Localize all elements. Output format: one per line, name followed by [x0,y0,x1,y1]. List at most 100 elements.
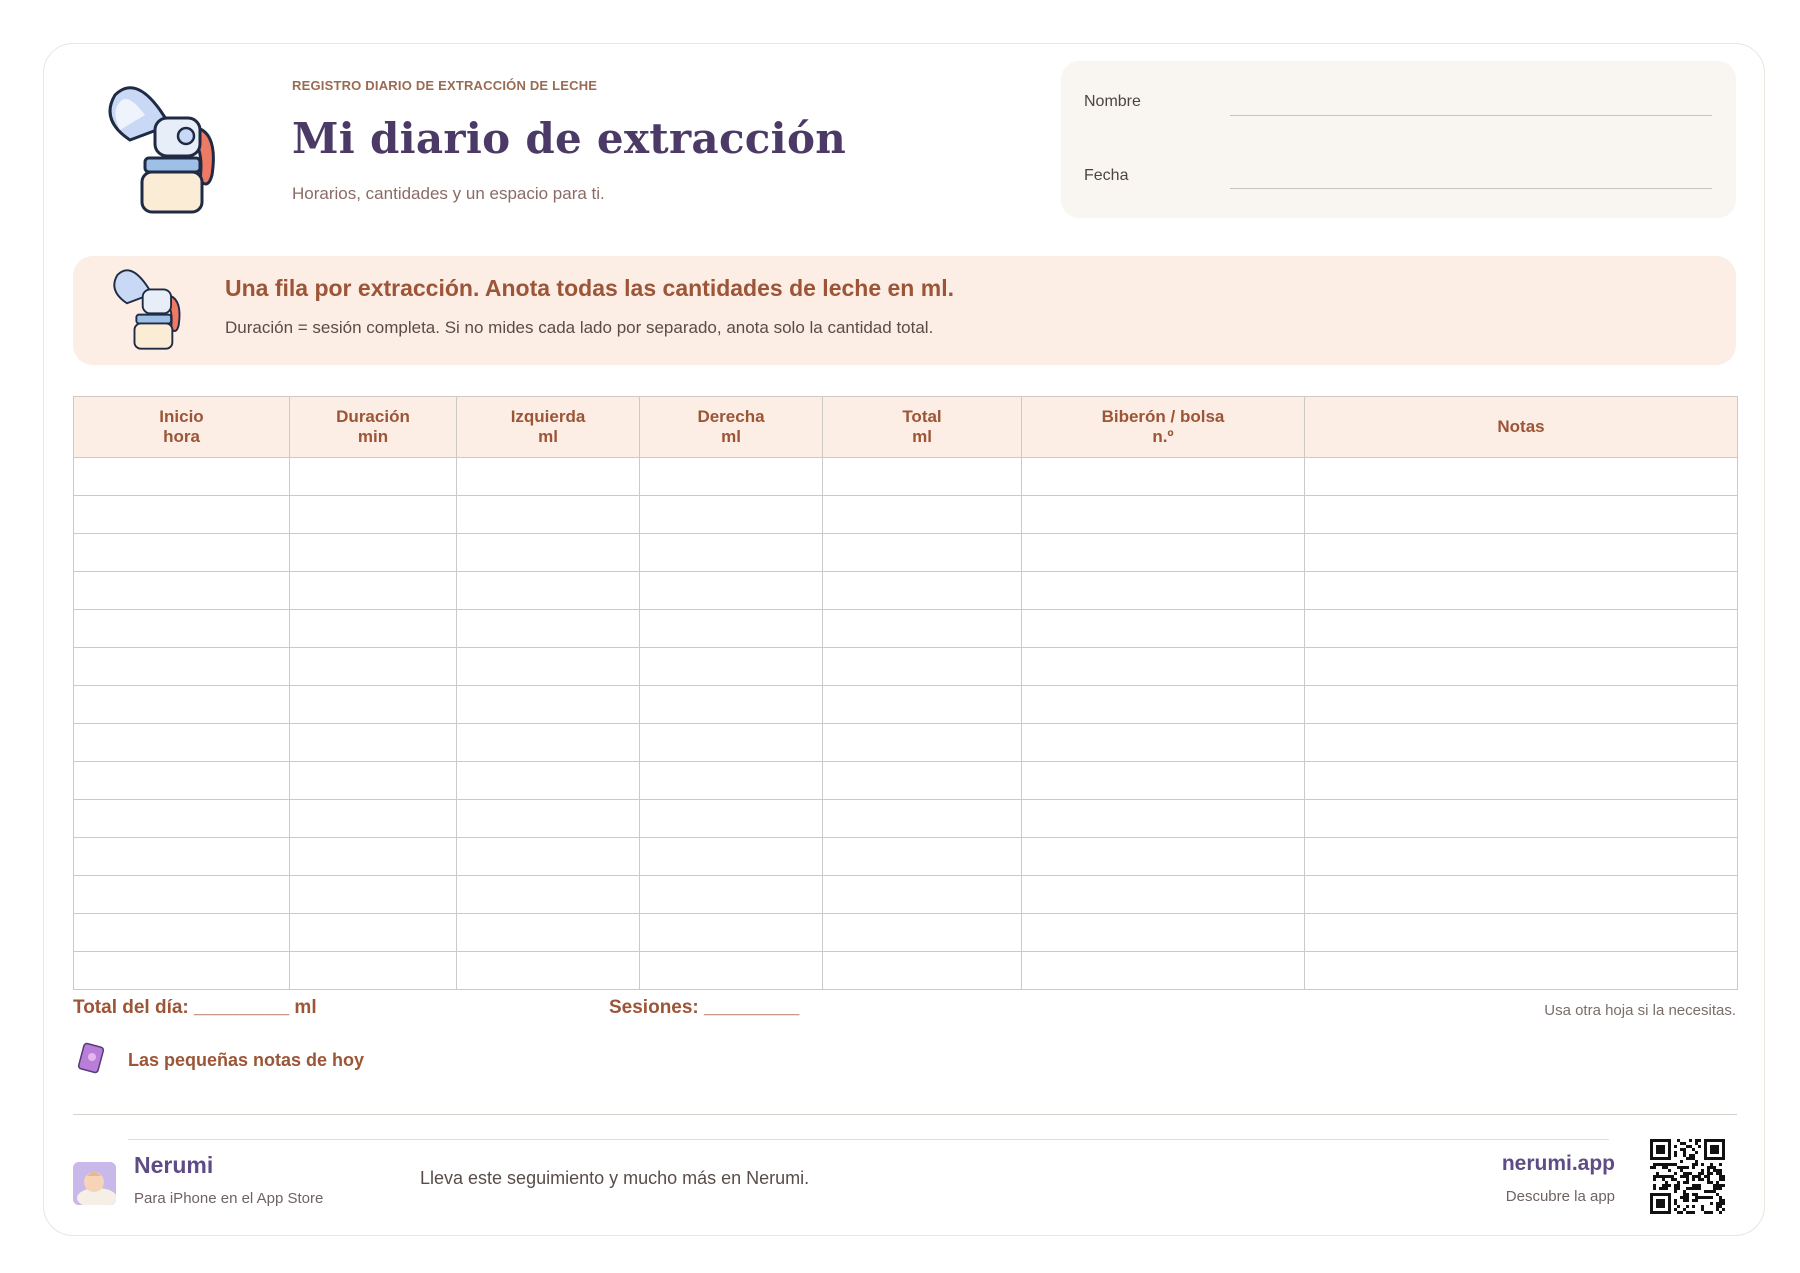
table-cell[interactable] [1021,875,1305,914]
table-cell[interactable] [73,951,290,990]
table-cell[interactable] [639,837,823,876]
table-cell[interactable] [289,875,457,914]
table-cell[interactable] [639,761,823,800]
table-cell[interactable] [822,913,1022,952]
table-cell[interactable] [456,457,640,496]
table-cell[interactable] [1021,799,1305,838]
table-cell[interactable] [1304,837,1738,876]
table-cell[interactable] [73,495,290,534]
table-cell[interactable] [1304,571,1738,610]
table-cell[interactable] [1304,647,1738,686]
table-cell[interactable] [456,533,640,572]
table-cell[interactable] [289,533,457,572]
table-cell[interactable] [289,837,457,876]
table-cell[interactable] [1304,685,1738,724]
table-cell[interactable] [639,495,823,534]
table-cell[interactable] [289,571,457,610]
table-cell[interactable] [73,875,290,914]
table-cell[interactable] [822,799,1022,838]
table-cell[interactable] [822,647,1022,686]
table-cell[interactable] [1304,913,1738,952]
table-cell[interactable] [1304,799,1738,838]
table-cell[interactable] [73,837,290,876]
table-cell[interactable] [822,571,1022,610]
table-cell[interactable] [289,685,457,724]
qr-code-icon[interactable] [1650,1139,1725,1214]
table-cell[interactable] [456,761,640,800]
table-cell[interactable] [1021,647,1305,686]
table-cell[interactable] [1304,495,1738,534]
name-field[interactable] [1230,115,1712,116]
table-cell[interactable] [456,647,640,686]
table-cell[interactable] [1021,685,1305,724]
table-cell[interactable] [822,761,1022,800]
table-cell[interactable] [639,723,823,762]
table-cell[interactable] [1021,457,1305,496]
table-cell[interactable] [639,685,823,724]
table-cell[interactable] [1304,761,1738,800]
table-cell[interactable] [73,723,290,762]
table-cell[interactable] [822,837,1022,876]
table-cell[interactable] [1304,457,1738,496]
table-cell[interactable] [822,951,1022,990]
table-cell[interactable] [639,533,823,572]
table-cell[interactable] [289,457,457,496]
table-cell[interactable] [1021,913,1305,952]
table-cell[interactable] [73,571,290,610]
table-cell[interactable] [73,647,290,686]
table-cell[interactable] [456,837,640,876]
table-cell[interactable] [456,571,640,610]
table-cell[interactable] [1021,571,1305,610]
table-cell[interactable] [456,609,640,648]
table-cell[interactable] [822,495,1022,534]
table-cell[interactable] [1021,951,1305,990]
table-cell[interactable] [822,685,1022,724]
table-cell[interactable] [822,609,1022,648]
table-cell[interactable] [73,913,290,952]
table-cell[interactable] [639,799,823,838]
website-link[interactable]: nerumi.app [1502,1152,1615,1176]
table-cell[interactable] [1021,533,1305,572]
table-cell[interactable] [289,913,457,952]
table-cell[interactable] [456,685,640,724]
table-cell[interactable] [639,571,823,610]
table-cell[interactable] [73,533,290,572]
table-cell[interactable] [1304,875,1738,914]
table-cell[interactable] [822,457,1022,496]
table-cell[interactable] [456,913,640,952]
table-cell[interactable] [289,799,457,838]
table-cell[interactable] [1021,723,1305,762]
table-cell[interactable] [1021,495,1305,534]
table-cell[interactable] [639,913,823,952]
table-cell[interactable] [289,951,457,990]
table-cell[interactable] [289,647,457,686]
table-cell[interactable] [1304,609,1738,648]
table-cell[interactable] [639,609,823,648]
table-cell[interactable] [1021,837,1305,876]
table-cell[interactable] [73,685,290,724]
table-cell[interactable] [639,647,823,686]
table-cell[interactable] [73,609,290,648]
table-cell[interactable] [456,495,640,534]
table-cell[interactable] [822,723,1022,762]
table-cell[interactable] [456,723,640,762]
table-cell[interactable] [639,951,823,990]
table-cell[interactable] [639,875,823,914]
table-cell[interactable] [73,799,290,838]
table-cell[interactable] [456,875,640,914]
date-field[interactable] [1230,188,1712,189]
table-cell[interactable] [456,951,640,990]
table-cell[interactable] [73,761,290,800]
table-cell[interactable] [1304,951,1738,990]
table-cell[interactable] [456,799,640,838]
table-cell[interactable] [1021,609,1305,648]
table-cell[interactable] [822,875,1022,914]
table-cell[interactable] [289,761,457,800]
table-cell[interactable] [1304,533,1738,572]
table-cell[interactable] [1304,723,1738,762]
table-cell[interactable] [73,457,290,496]
table-cell[interactable] [822,533,1022,572]
table-cell[interactable] [289,723,457,762]
table-cell[interactable] [639,457,823,496]
table-cell[interactable] [1021,761,1305,800]
